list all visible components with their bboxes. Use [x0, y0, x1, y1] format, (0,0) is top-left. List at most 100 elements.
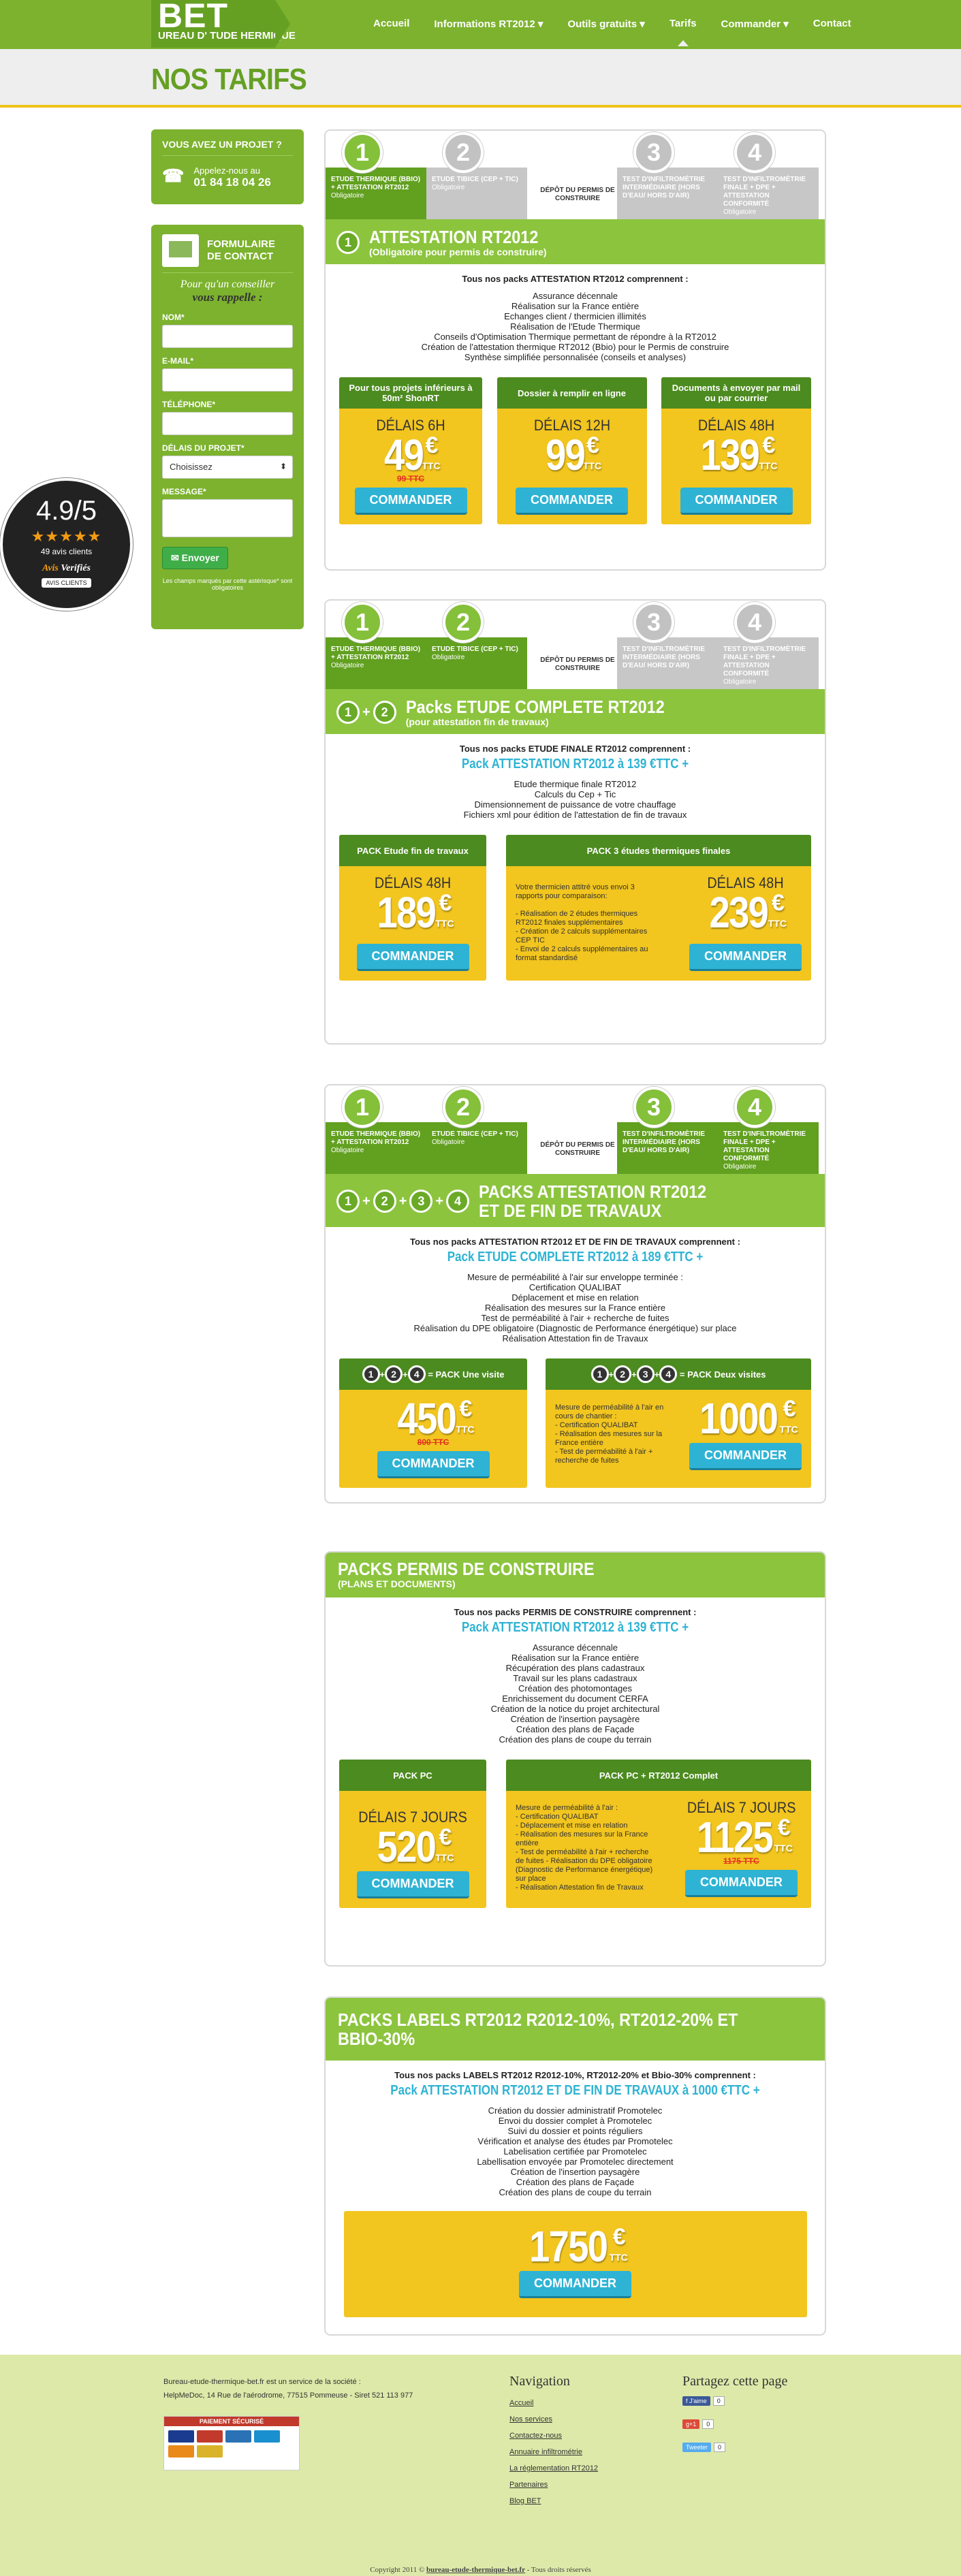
package-title: PACKS LABELS RT2012 R2012-10%, RT2012-20… — [338, 2009, 738, 2049]
package-etude-complete: ETUDE THERMIQUE (BBIO) + ATTESTATION RT2… — [324, 599, 826, 1045]
site-logo[interactable]: BET UREAU D' TUDE HERMIQUE — [151, 0, 296, 48]
delay-select[interactable]: Choisissez — [162, 456, 293, 479]
footer-link[interactable]: Annuaire infiltrométrie — [509, 2444, 598, 2460]
card-icon — [197, 2445, 223, 2458]
package-banner: 1 +2 Packs ETUDE COMPLETE RT2012 (pour att… — [326, 689, 825, 734]
commander-button[interactable]: COMMANDER — [516, 488, 628, 515]
rating-brand: Avis Verifiés — [42, 563, 91, 573]
footer-link[interactable]: Blog BET — [509, 2493, 598, 2509]
nav-commander[interactable]: Commander ▾ — [721, 18, 789, 30]
project-title: VOUS AVEZ UN PROJET ? — [162, 139, 293, 156]
package-permis: PACKS PERMIS DE CONSTRUIRE (PLANS ET DOCU… — [324, 1551, 826, 1967]
mastercard-icon — [225, 2430, 251, 2443]
rating-count: 49 avis clients — [40, 547, 93, 556]
google-plus-button[interactable]: g+1 — [682, 2419, 700, 2429]
project-box: VOUS AVEZ UN PROJET ? ☎ Appelez-nous au … — [151, 129, 304, 204]
rating-stars-icon: ★★★★★ — [31, 528, 102, 545]
offer-card: Dossier à remplir en ligne DÉLAIS 12H 99… — [497, 377, 647, 524]
message-input[interactable] — [162, 499, 293, 537]
commander-button[interactable]: COMMANDER — [354, 488, 467, 515]
copyright: Copyright 2011 © bureau-etude-thermique-… — [370, 2566, 591, 2574]
steps-bar: ETUDE THERMIQUE (BBIO) + ATTESTATION RT2… — [326, 131, 825, 219]
package-attestation: ETUDE THERMIQUE (BBIO) + ATTESTATION RT2… — [324, 129, 826, 571]
offer-card: 1750 € TTC COMMANDER — [343, 2211, 807, 2317]
email-label: E-MAIL* — [162, 356, 193, 366]
commander-button[interactable]: COMMANDER — [689, 1443, 802, 1470]
includes-list: Assurance décennale Réalisation sur la Fr… — [421, 291, 729, 362]
step-1: ETUDE THERMIQUE (BBIO) + ATTESTATION RT2… — [326, 131, 435, 219]
visa-icon — [168, 2430, 194, 2443]
footer-link[interactable]: Partenaires — [509, 2477, 598, 2493]
phone-number[interactable]: 01 84 18 04 26 — [193, 176, 270, 189]
package-title: ATTESTATION RT2012 — [369, 227, 539, 247]
site-header: BET UREAU D' TUDE HERMIQUE Accueil Infor… — [0, 0, 961, 49]
amex-icon — [254, 2430, 280, 2443]
offer-card: PACK Etude fin de travaux DÉLAIS 48H 189… — [339, 835, 486, 981]
name-input[interactable] — [162, 325, 293, 348]
delay-label: DÉLAIS DU PROJET* — [162, 443, 245, 453]
offer-card: Documents à envoyer par mail ou par cour… — [661, 377, 811, 524]
commander-button[interactable]: COMMANDER — [519, 2271, 631, 2298]
footer-nav: Navigation Accueil Nos services Contacte… — [509, 2374, 598, 2509]
form-subtitle: Pour qu'un conseiller vous rappelle : — [180, 279, 275, 304]
facebook-like-button[interactable]: f J'aime — [682, 2396, 710, 2406]
step-5: TEST D'INFILTROMÈTRIE FINALE + DPE + ATT… — [718, 131, 825, 219]
nav-contact[interactable]: Contact — [813, 18, 851, 30]
cb-icon — [197, 2430, 223, 2443]
includes-heading: Tous nos packs ATTESTATION RT2012 compre… — [462, 274, 689, 284]
email-input[interactable] — [162, 368, 293, 392]
form-note: Les champs marqués par cette astérisque*… — [162, 577, 293, 591]
commander-button[interactable]: COMMANDER — [356, 1871, 469, 1898]
commander-button[interactable]: COMMANDER — [356, 944, 469, 971]
package-title: PACKS ATTESTATION RT2012 — [479, 1181, 707, 1202]
phone-input[interactable] — [162, 412, 293, 435]
package-attestation-fin-travaux: ETUDE THERMIQUE (BBIO) + ATTESTATION RT2… — [324, 1084, 826, 1504]
footer-link[interactable]: Nos services — [509, 2411, 598, 2428]
package-banner: PACKS LABELS RT2012 R2012-10%, RT2012-20… — [326, 1998, 825, 2061]
rating-label: AVIS CLIENTS — [42, 578, 91, 588]
message-label: MESSAGE* — [162, 487, 206, 496]
payment-logos: PAIEMENT SÉCURISÉ — [163, 2416, 300, 2470]
page-title: NOS TARIFS — [151, 63, 307, 96]
tweet-button[interactable]: Tweeter — [682, 2443, 712, 2452]
step-4: TEST D'INFILTROMÈTRIE INTERMÉDIAIRE (HOR… — [617, 131, 726, 219]
nav-tarifs[interactable]: Tarifs — [669, 18, 697, 46]
phone-icon: ☎ — [162, 165, 185, 186]
phone-block[interactable]: ☎ Appelez-nous au 01 84 18 04 26 — [162, 165, 293, 189]
commander-button[interactable]: COMMANDER — [680, 488, 793, 515]
footer-link[interactable]: Contactez-nous — [509, 2428, 598, 2444]
offer-card: PACK PC DÉLAIS 7 JOURS 520 € TTC COMMANDER — [339, 1760, 486, 1908]
card-icon — [168, 2445, 194, 2458]
commander-button[interactable]: COMMANDER — [377, 1451, 490, 1478]
company-info: Bureau-etude-thermique-bet.fr est un ser… — [163, 2378, 413, 2400]
title-bar: NOS TARIFS — [0, 49, 961, 108]
site-footer: Bureau-etude-thermique-bet.fr est un ser… — [0, 2355, 961, 2576]
package-banner: PACKS PERMIS DE CONSTRUIRE (PLANS ET DOCU… — [326, 1553, 825, 1597]
package-title: PACKS PERMIS DE CONSTRUIRE — [338, 1559, 595, 1579]
offer-card: 1 +2 +4 = PACK Une visite 450 € TTC 800 TTC … — [339, 1358, 527, 1488]
commander-button[interactable]: COMMANDER — [684, 1870, 798, 1897]
nav-informations[interactable]: Informations RT2012 ▾ — [434, 18, 543, 30]
package-labels: PACKS LABELS RT2012 R2012-10%, RT2012-20… — [324, 1997, 826, 2336]
call-label: Appelez-nous au — [193, 165, 260, 176]
footer-link[interactable]: Accueil — [509, 2395, 598, 2411]
steps-bar: ETUDE THERMIQUE (BBIO) + ATTESTATION RT2… — [326, 601, 825, 689]
commander-button[interactable]: COMMANDER — [689, 944, 802, 971]
step-2: ETUDE TIBICE (CEP + TIC) Obligatoire 2 — [426, 131, 535, 219]
form-icon — [162, 234, 199, 267]
package-banner: 1 ATTESTATION RT2012 (Obligatoire pour pe… — [326, 219, 825, 264]
send-button[interactable]: ✉ Envoyer — [162, 547, 228, 569]
copyright-link[interactable]: bureau-etude-thermique-bet.fr — [426, 2566, 525, 2574]
name-label: NOM* — [162, 313, 185, 322]
package-title: Packs ETUDE COMPLETE RT2012 — [405, 697, 665, 717]
rating-badge[interactable]: 4.9/5 ★★★★★ 49 avis clients Avis Verifié… — [0, 478, 133, 611]
offer-card: PACK 3 études thermiques finales Votre t… — [506, 835, 811, 981]
steps-bar: ETUDE THERMIQUE (BBIO) + ATTESTATION RT2… — [326, 1085, 825, 1174]
nav-outils[interactable]: Outils gratuits ▾ — [567, 18, 644, 30]
form-header: FORMULAIRE DE CONTACT — [162, 234, 293, 273]
contact-form: FORMULAIRE DE CONTACT Pour qu'un conseill… — [151, 225, 304, 629]
footer-link[interactable]: La réglementation RT2012 — [509, 2460, 598, 2477]
package-banner: 1 +2 +3 +4 PACKS ATTESTATION RT2012 ET DE FI… — [326, 1174, 825, 1227]
nav-accueil[interactable]: Accueil — [373, 18, 409, 30]
rating-score: 4.9/5 — [36, 496, 97, 526]
